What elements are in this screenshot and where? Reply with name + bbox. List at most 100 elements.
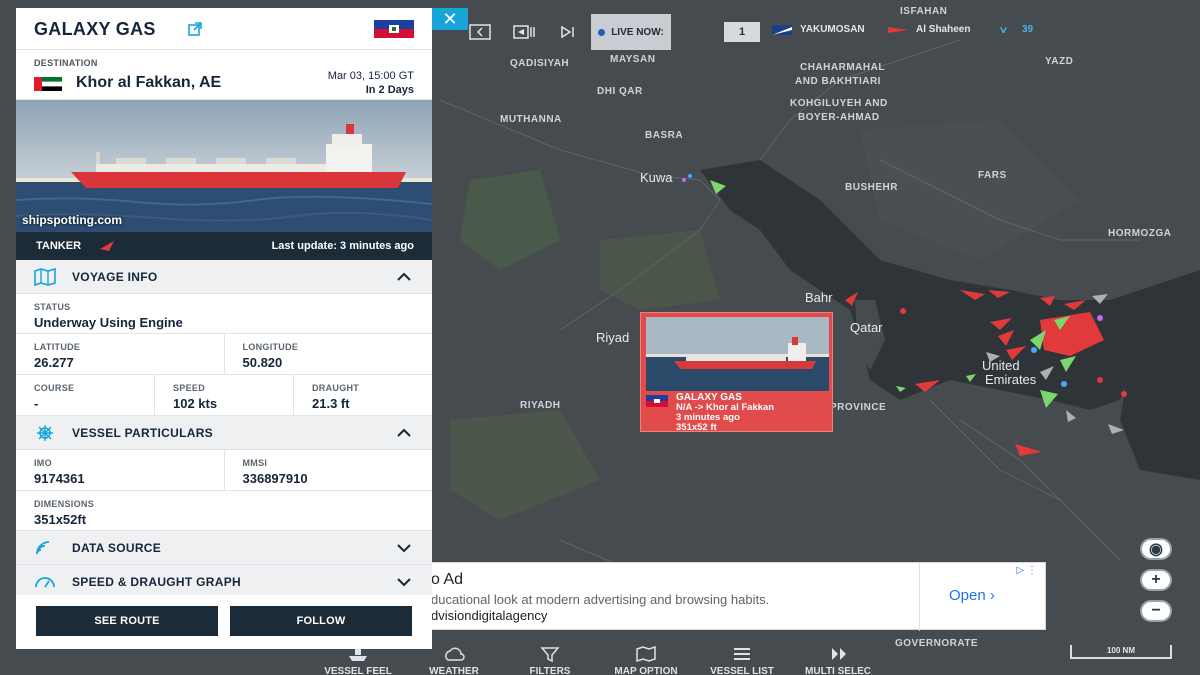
signal-icon	[36, 541, 50, 555]
external-link-icon[interactable]	[188, 22, 202, 36]
vessel-panel: GALAXY GAS DESTINATION Khor al Fakkan, A…	[16, 8, 432, 649]
list-icon	[734, 648, 750, 660]
photo-credit: shipspotting.com	[22, 213, 122, 227]
next-icon[interactable]	[552, 16, 584, 48]
ad-banner[interactable]: o Ad ducational look at modern advertisi…	[418, 562, 1046, 631]
dimensions-value: 351x52ft	[34, 512, 87, 527]
popup-haiti-flag-icon	[646, 395, 668, 407]
course-label: COURSE	[34, 383, 75, 393]
map-option-label: MAP OPTION	[614, 666, 678, 675]
longitude-cell: LONGITUDE 50.820	[225, 334, 433, 374]
destination-section: DESTINATION Khor al Fakkan, AE Mar 03, 1…	[16, 50, 432, 100]
latitude-value: 26.277	[34, 355, 74, 370]
follow-button[interactable]: FOLLOW	[230, 606, 412, 636]
fleet-icon[interactable]	[508, 16, 540, 48]
ticker-3-count: 39	[1022, 24, 1034, 35]
ids-row: IMO 9174361 MMSI 336897910	[16, 450, 432, 491]
speed-draught-graph-header[interactable]: SPEED & DRAUGHT GRAPH	[16, 565, 432, 599]
flag-marshall-icon	[772, 24, 792, 35]
popup-dims: 351x52 ft	[676, 422, 717, 433]
ticker-item-1[interactable]: YAKUMOSAN	[772, 24, 865, 35]
vessel-particulars-header[interactable]: VESSEL PARTICULARS	[16, 416, 432, 450]
ticker-item-3[interactable]: 39	[1000, 24, 1033, 35]
live-now-button[interactable]: LIVE NOW:	[591, 14, 671, 50]
close-panel-button[interactable]: ✕	[432, 8, 468, 30]
filter-icon	[540, 647, 560, 662]
vessel-photo[interactable]: shipspotting.com	[16, 100, 432, 232]
speed-draught-graph-title: SPEED & DRAUGHT GRAPH	[72, 575, 241, 589]
draught-label: DRAUGHT	[312, 383, 360, 393]
ticker-1-label: YAKUMOSAN	[800, 24, 865, 35]
ad-description: ducational look at modern advertising an…	[431, 592, 770, 607]
popup-text: GALAXY GAS N/A -> Khor al Fakkan 3 minut…	[676, 393, 774, 433]
ad-divider	[919, 563, 920, 631]
filters-button[interactable]: FILTERS	[502, 640, 598, 675]
multi-select-label: MULTI SELEC	[805, 666, 871, 675]
multi-select-button[interactable]: MULTI SELEC	[790, 640, 886, 675]
eta-date: Mar 03, 15:00 GT	[327, 70, 414, 82]
mmsi-cell: MMSI 336897910	[225, 450, 433, 490]
voyage-info-title: VOYAGE INFO	[72, 270, 158, 284]
latitude-cell: LATITUDE 26.277	[16, 334, 225, 374]
status-label: STATUS	[34, 302, 71, 312]
minus-icon: −	[1151, 602, 1161, 619]
panel-actions: SEE ROUTE FOLLOW	[16, 595, 432, 649]
ad-open-label: Open	[949, 587, 986, 604]
destination-label: DESTINATION	[34, 58, 98, 68]
weather-icon	[445, 647, 465, 661]
position-row: LATITUDE 26.277 LONGITUDE 50.820	[16, 334, 432, 375]
ad-open-link[interactable]: Open ›	[949, 587, 995, 604]
imo-cell: IMO 9174361	[16, 450, 225, 490]
chevron-down-icon	[397, 544, 411, 553]
map-book-icon	[34, 268, 56, 286]
gauge-icon	[35, 577, 55, 588]
ad-source: dvisiondigitalagency	[431, 608, 548, 623]
live-dot-icon	[598, 28, 606, 36]
vessel-type: TANKER	[36, 240, 82, 252]
vessel-list-label: VESSEL LIST	[710, 666, 774, 675]
ad-title: o Ad	[431, 571, 464, 588]
ticker-item-2[interactable]: Al Shaheen	[888, 24, 970, 35]
ships-icon	[1000, 26, 1007, 33]
voyage-info-header[interactable]: VOYAGE INFO	[16, 260, 432, 294]
see-route-button[interactable]: SEE ROUTE	[36, 606, 218, 636]
live-count-badge[interactable]: 1	[724, 22, 760, 42]
vessel-name: GALAXY GAS	[34, 19, 156, 39]
map-scale: 100 NM	[1070, 645, 1172, 659]
draught-value: 21.3 ft	[312, 396, 350, 411]
adchoices-icon[interactable]: ▷ ⋮	[1017, 565, 1037, 576]
destination-port[interactable]: Khor al Fakkan, AE	[76, 74, 221, 92]
zoom-in-button[interactable]: +	[1140, 569, 1172, 591]
chevron-down-icon	[397, 578, 411, 587]
haiti-flag-icon	[374, 20, 414, 38]
data-source-header[interactable]: DATA SOURCE	[16, 531, 432, 565]
vessel-type-bar: TANKER Last update: 3 minutes ago	[16, 232, 432, 260]
draught-cell: DRAUGHT 21.3 ft	[294, 375, 432, 415]
collapse-panel-icon[interactable]	[464, 16, 496, 48]
imo-value: 9174361	[34, 471, 85, 486]
uae-flag-icon	[34, 77, 62, 91]
zoom-out-button[interactable]: −	[1140, 600, 1172, 622]
map-option-button[interactable]: MAP OPTION	[598, 640, 694, 675]
ticker-2-label: Al Shaheen	[916, 24, 971, 35]
vessel-feel-label: VESSEL FEEL	[324, 666, 392, 675]
vessel-header: GALAXY GAS	[16, 8, 432, 50]
weather-label: WEATHER	[429, 666, 479, 675]
locate-button[interactable]: ◉	[1140, 538, 1172, 560]
speed-value: 102 kts	[173, 396, 218, 411]
vessel-popup[interactable]: GALAXY GAS N/A -> Khor al Fakkan 3 minut…	[640, 312, 833, 433]
speed-label: SPEED	[173, 383, 206, 393]
data-source-title: DATA SOURCE	[72, 541, 162, 555]
mmsi-label: MMSI	[242, 458, 268, 468]
ship-wheel-icon	[37, 425, 53, 441]
latitude-label: LATITUDE	[34, 342, 81, 352]
vessel-list-button[interactable]: VESSEL LIST	[694, 640, 790, 675]
popup-vessel-photo	[646, 317, 829, 391]
motion-row: COURSE - SPEED 102 kts DRAUGHT 21.3 ft	[16, 375, 432, 416]
course-value: -	[34, 396, 39, 411]
map-icon	[636, 646, 656, 662]
longitude-value: 50.820	[242, 355, 283, 370]
close-icon: ✕	[442, 8, 458, 29]
plus-icon: +	[1151, 571, 1161, 588]
chevron-up-icon	[397, 272, 411, 281]
